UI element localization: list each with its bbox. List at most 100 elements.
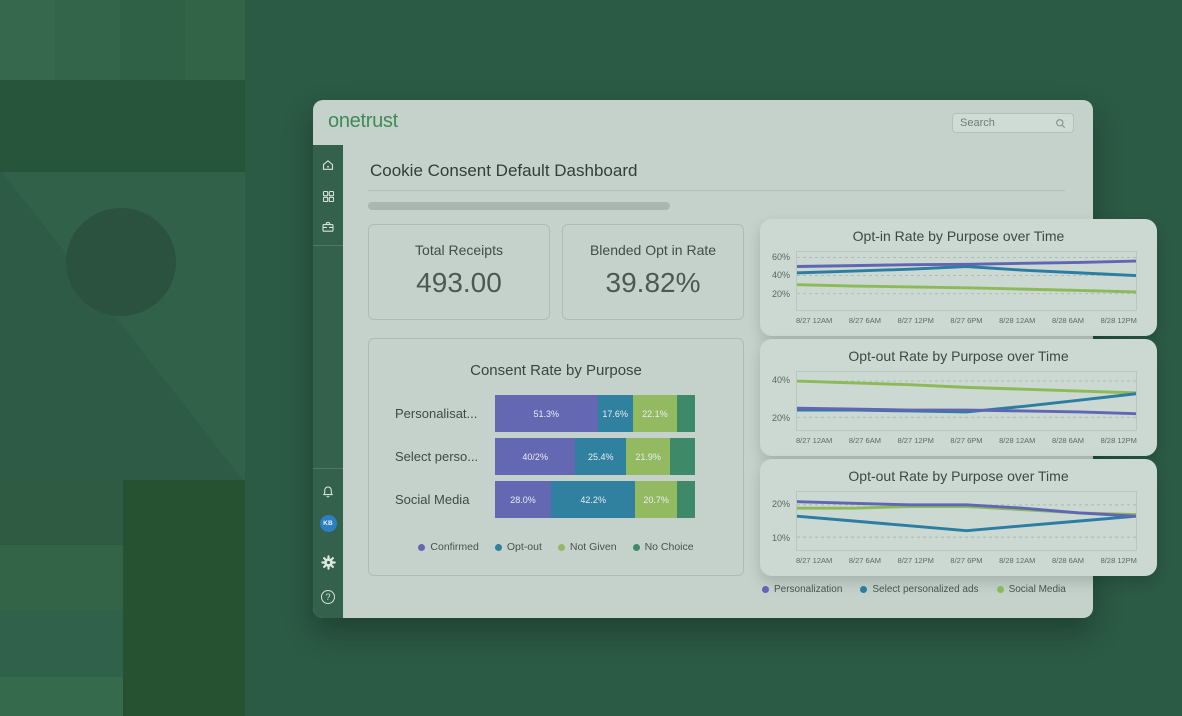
user-avatar: KB bbox=[320, 515, 337, 532]
stacked-bar: 40/2%25.4%21.9% bbox=[495, 438, 695, 475]
x-tick-label: 8/27 6AM bbox=[849, 436, 881, 445]
legend-dot bbox=[495, 544, 502, 551]
x-tick-label: 8/28 6AM bbox=[1052, 556, 1084, 565]
bar-segment: 40/2% bbox=[495, 438, 575, 475]
background-shape bbox=[55, 0, 120, 80]
x-axis-labels: 8/27 12AM8/27 6AM8/27 12PM8/27 6PM8/28 1… bbox=[796, 556, 1137, 565]
legend-item: Not Given bbox=[558, 541, 617, 553]
legend-dot bbox=[558, 544, 565, 551]
legend-label: Opt-out bbox=[507, 541, 542, 553]
sidebar-item-settings[interactable] bbox=[313, 548, 343, 576]
y-axis-ticks: 20%10% bbox=[762, 491, 792, 551]
chart-title: Opt-out Rate by Purpose over Time bbox=[760, 348, 1157, 364]
legend-label: Confirmed bbox=[430, 541, 478, 553]
page-title: Cookie Consent Default Dashboard bbox=[370, 161, 637, 181]
desktop-background: onetrust bbox=[0, 0, 1182, 716]
background-shape bbox=[0, 610, 123, 677]
apps-grid-icon bbox=[322, 190, 335, 203]
sidebar-item-avatar[interactable]: KB bbox=[313, 509, 343, 537]
opt-out-rate-chart-card-1: Opt-out Rate by Purpose over Time 40% 20%… bbox=[760, 339, 1157, 456]
opt-out-rate-chart-card-2: Opt-out Rate by Purpose over Time 20%10%… bbox=[760, 459, 1157, 576]
background-shape bbox=[0, 545, 123, 610]
x-tick-label: 8/28 6AM bbox=[1052, 436, 1084, 445]
y-axis-ticks: 40% 20% bbox=[762, 371, 792, 431]
line-chart-plot bbox=[796, 251, 1137, 311]
background-shape bbox=[185, 0, 245, 80]
background-shape bbox=[123, 480, 245, 716]
x-axis-labels: 8/27 12AM8/27 6AM8/27 12PM8/27 6PM8/28 1… bbox=[796, 316, 1137, 325]
consent-row: Social Media28.0%42.2%20.7% bbox=[395, 481, 695, 518]
series-line-social-media bbox=[797, 285, 1136, 292]
consent-row: Select perso...40/2%25.4%21.9% bbox=[395, 438, 695, 475]
x-tick-label: 8/28 12AM bbox=[999, 556, 1035, 565]
x-tick-label: 8/27 6AM bbox=[849, 316, 881, 325]
x-tick-label: 8/27 6PM bbox=[950, 436, 982, 445]
stat-value: 493.00 bbox=[369, 267, 549, 299]
y-tick-label: 60% bbox=[772, 252, 790, 262]
category-label: Personalisat... bbox=[395, 406, 495, 421]
background-shape bbox=[0, 480, 123, 545]
home-icon bbox=[321, 158, 335, 172]
bar-segment: 22.1% bbox=[633, 395, 677, 432]
x-tick-label: 8/28 12AM bbox=[999, 436, 1035, 445]
onetrust-logo[interactable]: onetrust bbox=[328, 110, 398, 133]
background-shape bbox=[0, 0, 55, 80]
y-tick-label: 20% bbox=[772, 413, 790, 423]
plot-area: 20%10% bbox=[796, 491, 1137, 551]
sidebar-item-apps[interactable] bbox=[313, 182, 343, 210]
series-line-select-personalized-ads bbox=[797, 267, 1136, 276]
x-tick-label: 8/28 12AM bbox=[999, 316, 1035, 325]
background-shape bbox=[0, 80, 245, 172]
category-label: Social Media bbox=[395, 492, 495, 507]
stacked-bar: 51.3%17.6%22.1% bbox=[495, 395, 695, 432]
category-label: Select perso... bbox=[395, 449, 495, 464]
legend-item: Opt-out bbox=[495, 541, 542, 553]
x-tick-label: 8/27 12AM bbox=[796, 556, 832, 565]
x-tick-label: 8/27 6AM bbox=[849, 556, 881, 565]
bar-segment: 20.7% bbox=[635, 481, 676, 518]
sidebar-item-home[interactable] bbox=[313, 151, 343, 179]
bar-segment: 21.9% bbox=[626, 438, 670, 475]
stacked-bar: 28.0%42.2%20.7% bbox=[495, 481, 695, 518]
legend-item: No Choice bbox=[633, 541, 694, 553]
background-shape bbox=[0, 677, 123, 716]
chart-title: Opt-in Rate by Purpose over Time bbox=[760, 228, 1157, 244]
legend-dot bbox=[860, 586, 867, 593]
line-chart-plot bbox=[796, 371, 1137, 431]
y-tick-label: 40% bbox=[772, 375, 790, 385]
line-chart-canvas bbox=[797, 252, 1136, 310]
y-tick-label: 20% bbox=[772, 289, 790, 299]
legend-item: Social Media bbox=[997, 584, 1066, 595]
series-line-social-media bbox=[797, 381, 1136, 393]
search-icon bbox=[1055, 118, 1066, 129]
sidebar-item-projects[interactable] bbox=[313, 213, 343, 241]
opt-in-rate-chart-card: Opt-in Rate by Purpose over Time 60%40%2… bbox=[760, 219, 1157, 336]
help-icon: ? bbox=[321, 590, 335, 604]
sidebar-item-help[interactable]: ? bbox=[313, 583, 343, 611]
x-tick-label: 8/28 12PM bbox=[1101, 316, 1137, 325]
plot-area: 40%20% bbox=[796, 371, 1137, 431]
title-divider bbox=[368, 190, 1065, 191]
plot-area: 60%40%20% bbox=[796, 251, 1137, 311]
stat-card-total-receipts: Total Receipts 493.00 bbox=[368, 224, 550, 320]
x-tick-label: 8/28 12PM bbox=[1101, 556, 1137, 565]
app-header: onetrust bbox=[313, 100, 1093, 145]
x-tick-label: 8/27 6PM bbox=[950, 316, 982, 325]
bar-segment bbox=[677, 395, 695, 432]
sidebar-divider bbox=[313, 468, 343, 469]
legend-dot bbox=[633, 544, 640, 551]
search-box[interactable] bbox=[952, 113, 1074, 133]
line-chart-canvas bbox=[797, 492, 1136, 550]
sidebar: KB ? bbox=[313, 145, 343, 618]
search-input[interactable] bbox=[960, 117, 1055, 129]
bar-segment: 51.3% bbox=[495, 395, 598, 432]
purpose-legend: Personalization Select personalized ads So… bbox=[762, 584, 1066, 595]
x-axis-labels: 8/27 12AM8/27 6AM8/27 12PM8/27 6PM8/28 1… bbox=[796, 436, 1137, 445]
legend-label: No Choice bbox=[645, 541, 694, 553]
legend-item: Personalization bbox=[762, 584, 842, 595]
line-chart-canvas bbox=[797, 372, 1136, 430]
bar-segment bbox=[670, 438, 695, 475]
sidebar-item-notifications[interactable] bbox=[313, 478, 343, 506]
legend-item: Select personalized ads bbox=[860, 584, 978, 595]
x-tick-label: 8/28 6AM bbox=[1052, 316, 1084, 325]
